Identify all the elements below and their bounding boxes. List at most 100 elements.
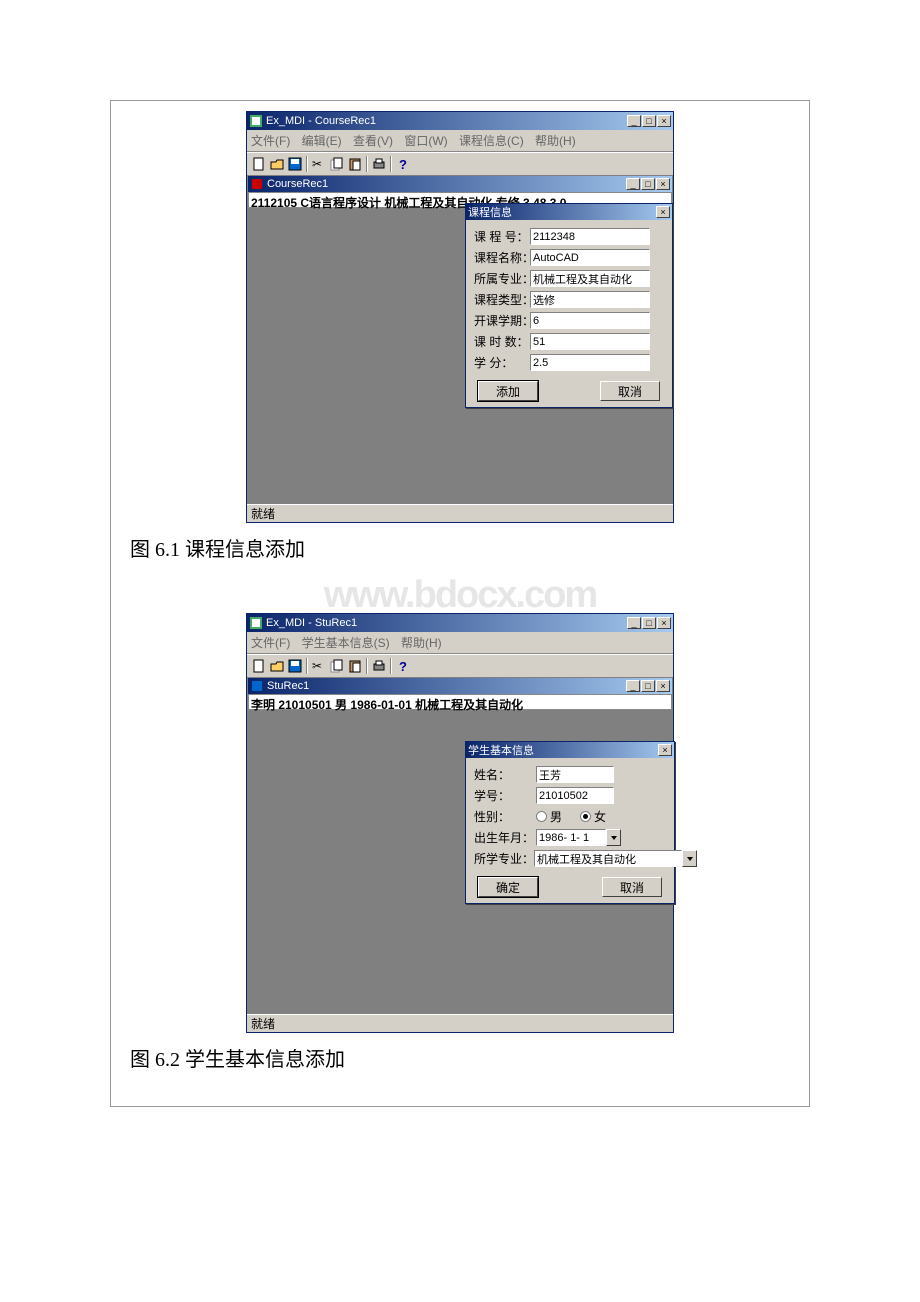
copy-icon[interactable] [328,657,346,675]
mdi-client: StuRec1 _ □ × 李明 21010501 男 1986-01-01 机… [247,677,673,1014]
menu-bar: 文件(F) 编辑(E) 查看(V) 窗口(W) 课程信息(C) 帮助(H) [247,130,673,152]
menu-file[interactable]: 文件(F) [251,134,290,148]
window-title: Ex_MDI - StuRec1 [266,617,627,629]
date-dropdown-icon[interactable] [606,829,621,846]
menu-edit[interactable]: 编辑(E) [302,134,342,148]
svg-text:✂: ✂ [312,659,322,673]
input-major[interactable] [530,270,650,287]
toolbar: ✂ ? [247,654,673,677]
input-course-no[interactable] [530,228,650,245]
menu-help[interactable]: 帮助(H) [401,636,442,650]
open-icon[interactable] [268,155,286,173]
new-icon[interactable] [250,657,268,675]
child-title: StuRec1 _ □ × [248,678,672,694]
input-credit[interactable] [530,354,650,371]
figure-6-2: Ex_MDI - StuRec1 _ □ × 文件(F) 学生基本信息(S) 帮… [246,613,674,1033]
dialog-close[interactable]: × [656,206,670,218]
maximize-button[interactable]: □ [642,617,656,629]
lbl-course-no: 课 程 号： [474,228,530,245]
main-window-2: Ex_MDI - StuRec1 _ □ × 文件(F) 学生基本信息(S) 帮… [246,613,674,1033]
child-min[interactable]: _ [626,178,640,190]
print-icon[interactable] [370,657,388,675]
input-name[interactable] [536,766,614,783]
input-course-name[interactable] [530,249,650,266]
close-button[interactable]: × [657,115,671,127]
dialog-close[interactable]: × [658,744,672,756]
child-min[interactable]: _ [626,680,640,692]
lbl-stu-no: 学号： [474,787,536,804]
child-close[interactable]: × [656,178,670,190]
caption-6-1: 图 6.1 课程信息添加 [130,533,794,562]
caption-6-2: 图 6.2 学生基本信息添加 [130,1043,794,1072]
menu-student[interactable]: 学生基本信息(S) [302,636,390,650]
print-icon[interactable] [370,155,388,173]
status-text: 就绪 [251,505,275,522]
main-window-1: Ex_MDI - CourseRec1 _ □ × 文件(F) 编辑(E) 查看… [246,111,674,523]
gray-area [247,711,673,741]
menu-course[interactable]: 课程信息(C) [459,134,524,148]
child-title: CourseRec1 _ □ × [248,176,672,192]
dialog-title: 课程信息 [468,204,512,220]
app-icon [249,616,263,630]
copy-icon[interactable] [328,155,346,173]
input-major[interactable] [534,850,682,867]
help-icon[interactable]: ? [394,657,412,675]
minimize-button[interactable]: _ [627,115,641,127]
doc-icon [250,177,264,191]
menu-help[interactable]: 帮助(H) [535,134,576,148]
lbl-major: 所属专业： [474,270,530,287]
ok-button[interactable]: 确定 [478,877,538,897]
add-button[interactable]: 添加 [478,381,538,401]
cancel-button[interactable]: 取消 [600,381,660,401]
open-icon[interactable] [268,657,286,675]
input-type[interactable] [530,291,650,308]
input-hours[interactable] [530,333,650,350]
child-max[interactable]: □ [641,178,655,190]
student-dialog: 学生基本信息 × 姓名： 学号： 性别： 男 女 出生年月： [465,741,675,904]
close-button[interactable]: × [657,617,671,629]
status-text: 就绪 [251,1015,275,1032]
menu-window[interactable]: 窗口(W) [404,134,447,148]
gray-area [247,408,673,504]
lbl-major: 所学专业： [474,850,534,867]
cancel-button[interactable]: 取消 [602,877,662,897]
input-birth[interactable] [536,829,606,846]
paste-icon[interactable] [346,155,364,173]
help-icon[interactable]: ? [394,155,412,173]
child-max[interactable]: □ [641,680,655,692]
svg-text:?: ? [399,659,407,673]
mdi-client: CourseRec1 _ □ × 2112105 C语言程序设计 机械工程及其自… [247,175,673,504]
window-title: Ex_MDI - CourseRec1 [266,115,627,127]
status-bar: 就绪 [247,1014,673,1032]
minimize-button[interactable]: _ [627,617,641,629]
save-icon[interactable] [286,657,304,675]
lbl-birth: 出生年月： [474,829,536,846]
course-dialog: 课程信息 × 课 程 号： 课程名称： 所属专业： 课程类型： 开课学期： 课 … [465,203,673,408]
title-bar-1: Ex_MDI - CourseRec1 _ □ × [247,112,673,130]
maximize-button[interactable]: □ [642,115,656,127]
child-close[interactable]: × [656,680,670,692]
dialog-title: 学生基本信息 [468,742,534,758]
radio-male[interactable] [536,811,547,822]
major-dropdown-icon[interactable] [682,850,697,867]
label-female: 女 [594,808,606,825]
cut-icon[interactable]: ✂ [310,155,328,173]
input-term[interactable] [530,312,650,329]
lbl-hours: 课 时 数： [474,333,530,350]
menu-file[interactable]: 文件(F) [251,636,290,650]
menu-view[interactable]: 查看(V) [353,134,393,148]
svg-text:✂: ✂ [312,157,322,171]
cut-icon[interactable]: ✂ [310,657,328,675]
save-icon[interactable] [286,155,304,173]
lbl-type: 课程类型： [474,291,530,308]
paste-icon[interactable] [346,657,364,675]
svg-text:?: ? [399,157,407,171]
lbl-term: 开课学期： [474,312,530,329]
radio-female[interactable] [580,811,591,822]
app-icon [249,114,263,128]
lbl-gender: 性别： [474,808,536,825]
new-icon[interactable] [250,155,268,173]
gray-area [247,904,673,1014]
lbl-credit: 学 分： [474,354,530,371]
input-stu-no[interactable] [536,787,614,804]
